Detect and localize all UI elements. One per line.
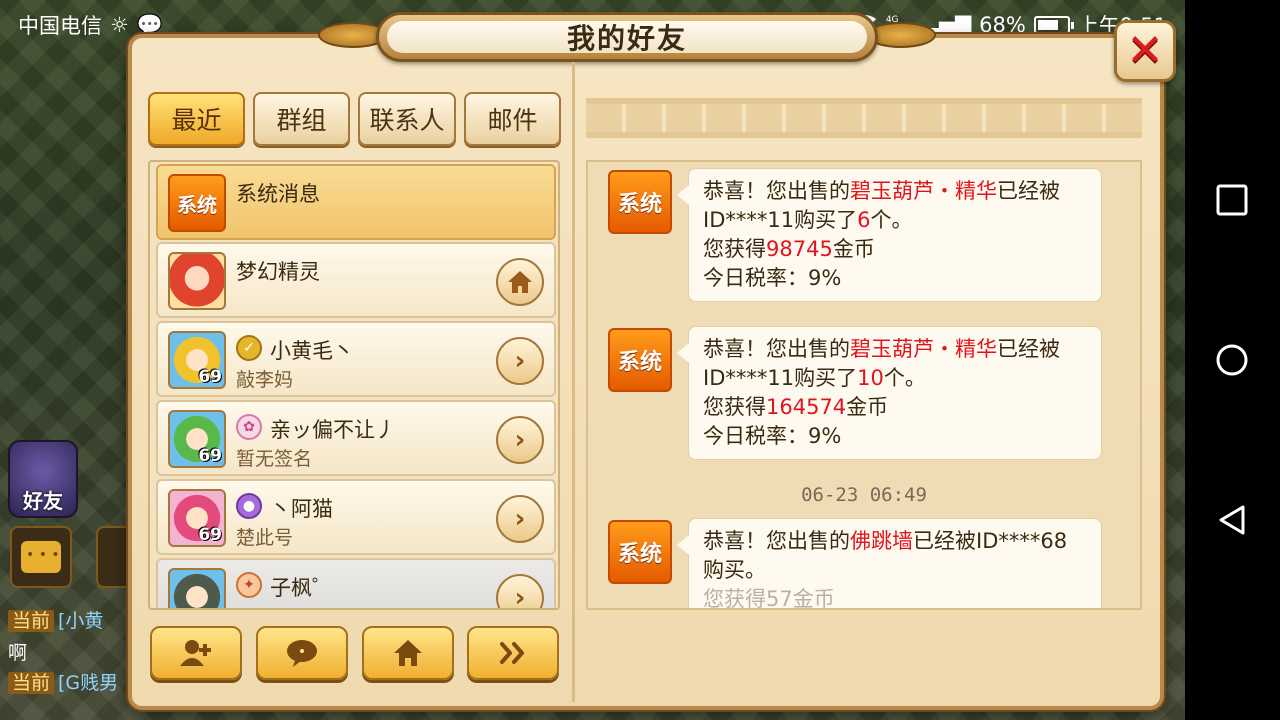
pane-divider [572,62,575,702]
chat-icon [287,640,317,667]
chat-bubble-icon [21,541,61,573]
fret-border-decoration [586,98,1142,138]
lotus-icon: ✿ [236,414,262,440]
friend-row[interactable]: 梦幻精灵 [156,242,556,318]
home-button[interactable] [362,626,454,680]
friend-row[interactable]: ✦ 子枫゜ › [156,558,556,610]
friend-name: 小黄毛丶 [270,339,354,363]
close-button[interactable]: ✕ [1114,20,1176,82]
friend-row[interactable]: 69 ● 丶阿猫 楚此号 › [156,479,556,555]
chevron-right-icon: › [514,583,526,610]
back-nav-button[interactable] [1214,502,1250,538]
double-chevron-icon [500,642,524,664]
avatar: 69 [168,331,226,389]
add-friend-button[interactable] [150,626,242,680]
system-avatar: 系统 [608,520,672,584]
gold-amount: 98745 [766,237,833,261]
chevron-right-icon: › [514,504,526,534]
tab-contacts[interactable]: 联系人 [358,92,456,146]
home-icon [394,640,422,666]
tab-mail[interactable]: 邮件 [464,92,561,146]
avatar: 69 [168,489,226,547]
system-avatar: 系统 [608,170,672,234]
more-button[interactable] [467,626,559,680]
tax-rate: 今日税率：9% [703,266,842,290]
friend-row[interactable]: 69 ✓ 小黄毛丶 敲李妈 › [156,321,556,397]
faction-icon: ✓ [236,335,262,361]
add-friend-icon [180,640,211,666]
tab-groups[interactable]: 群组 [253,92,350,146]
quantity: 10 [857,366,884,390]
level-badge: 69 [198,367,222,387]
avatar [168,568,226,608]
avatar [168,252,226,310]
chevron-right-icon: › [514,425,526,455]
chevron-right-icon: › [514,346,526,376]
message-bubble: 恭喜！您出售的碧玉葫芦・精华已经被 ID****11购买了10个。 您获得164… [677,326,1102,460]
tab-recent[interactable]: 最近 [148,92,245,146]
close-icon: ✕ [1126,25,1164,76]
open-chat-button[interactable]: › [496,337,544,385]
visit-home-button[interactable] [496,258,544,306]
friend-name: 丶阿猫 [270,497,333,521]
tab-bar: 最近 群组 联系人 邮件 [148,92,561,146]
window-title: 我的好友 [387,21,867,55]
friend-signature: 楚此号 [236,527,294,549]
hud-friend-button[interactable]: 好友 [8,440,78,518]
system-avatar: 系统 [168,174,226,232]
circle-icon [1216,344,1248,376]
faction-icon: ✦ [236,572,262,598]
title-plaque: 我的好友 [376,12,878,62]
tax-rate: 今日税率：9% [703,424,842,448]
friend-name: 子枫゜ [270,576,333,600]
open-chat-button[interactable]: › [496,495,544,543]
chat-line: 当前 [小黄 [8,606,103,633]
square-icon [1216,184,1248,216]
friend-signature: 敲李妈 [236,369,294,391]
open-chat-button[interactable]: › [496,416,544,464]
friend-name: 系统消息 [236,182,320,206]
friend-row-system[interactable]: 系统 系统消息 [156,164,556,240]
system-avatar: 系统 [608,328,672,392]
skull-icon: ● [236,493,262,519]
friend-name: 亲ッ偏不让丿 [270,418,396,442]
back-triangle-icon [1219,505,1245,535]
item-name: 佛跳墙 [850,529,913,553]
hud-chat-button[interactable] [10,526,72,588]
message-timestamp: 06-23 06:49 [801,484,927,506]
item-name: 碧玉葫芦・精华 [850,179,997,203]
home-icon [508,271,532,293]
friend-name: 梦幻精灵 [236,260,320,284]
recents-button[interactable] [1214,182,1250,218]
level-badge: 69 [198,525,222,545]
open-chat-button[interactable]: › [496,574,544,610]
item-name: 碧玉葫芦・精华 [850,337,997,361]
level-badge: 69 [198,446,222,466]
message-bubble: 恭喜！您出售的碧玉葫芦・精华已经被 ID****11购买了6个。 您获得9874… [677,168,1102,302]
gold-amount: 164574 [766,395,847,419]
home-nav-button[interactable] [1214,342,1250,378]
quantity: 6 [857,208,871,232]
friend-signature: 暂无签名 [236,448,313,470]
message-list[interactable]: 系统 恭喜！您出售的碧玉葫芦・精华已经被 ID****11购买了6个。 您获得9… [586,160,1142,610]
friend-list[interactable]: 系统 系统消息 梦幻精灵 69 ✓ 小黄毛丶 敲李妈 › 69 ✿ 亲ッ偏不让丿… [148,160,560,610]
chat-button[interactable] [256,626,348,680]
message-bubble: 恭喜！您出售的佛跳墙已经被ID****68 购买。 您获得57金币 [677,518,1102,608]
chat-line: 当前 [G贱男 [8,668,118,695]
avatar: 69 [168,410,226,468]
chat-line: 啊 [8,642,28,664]
friend-row[interactable]: 69 ✿ 亲ッ偏不让丿 暂无签名 › [156,400,556,476]
hud-friend-label: 好友 [23,489,63,513]
